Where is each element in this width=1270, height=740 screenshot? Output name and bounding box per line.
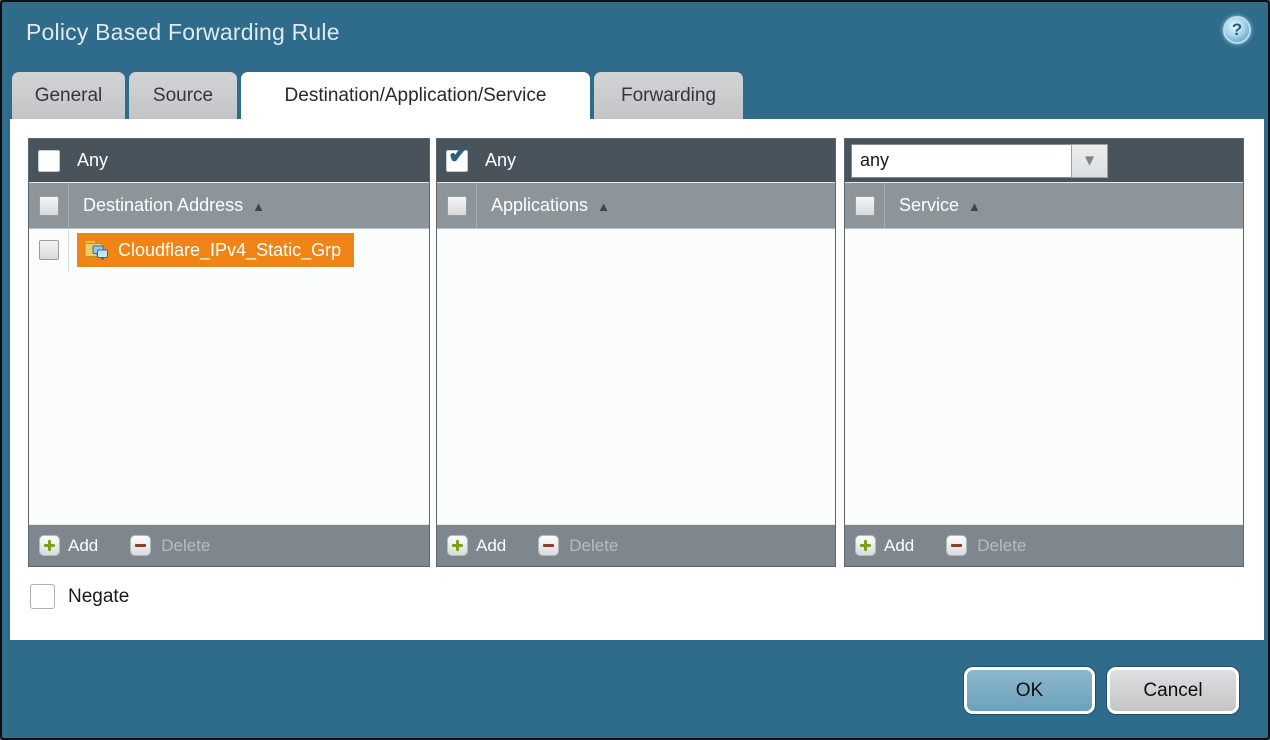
add-icon[interactable]: [447, 535, 468, 556]
add-icon[interactable]: [855, 535, 876, 556]
destination-footer: Add Delete: [29, 524, 429, 566]
tab-source[interactable]: Source: [129, 72, 237, 119]
applications-list: [437, 229, 835, 524]
applications-header-label: Applications: [491, 195, 588, 216]
applications-any-bar: ✔ Any: [437, 139, 835, 183]
negate-checkbox[interactable]: ✔: [30, 584, 55, 609]
destination-any-label: Any: [77, 150, 108, 171]
service-list: [845, 229, 1243, 524]
help-icon[interactable]: ?: [1223, 16, 1251, 44]
add-icon[interactable]: [39, 535, 60, 556]
delete-icon[interactable]: [538, 535, 559, 556]
applications-column: ✔ Any Applications ▲ Add Delete: [436, 138, 836, 567]
help-glyph: ?: [1232, 20, 1242, 40]
selected-address-group-item[interactable]: Cloudflare_IPv4_Static_Grp: [77, 233, 354, 267]
service-dropdown[interactable]: ▼: [851, 144, 1108, 178]
service-footer: Add Delete: [845, 524, 1243, 566]
delete-button[interactable]: Delete: [569, 536, 618, 556]
delete-icon[interactable]: [130, 535, 151, 556]
service-dropdown-input[interactable]: [851, 144, 1071, 178]
applications-footer: Add Delete: [437, 524, 835, 566]
negate-row: ✔ Negate: [30, 584, 129, 609]
list-item: Cloudflare_IPv4_Static_Grp: [29, 229, 429, 271]
applications-any-label: Any: [485, 150, 516, 171]
cancel-button[interactable]: Cancel: [1107, 667, 1239, 714]
delete-button[interactable]: Delete: [977, 536, 1026, 556]
tab-bar: General Source Destination/Application/S…: [12, 72, 743, 120]
tab-general[interactable]: General: [12, 72, 125, 119]
check-icon: ✔: [448, 143, 469, 168]
destination-address-header[interactable]: Destination Address ▲: [29, 183, 429, 229]
destination-select-all-checkbox[interactable]: [39, 196, 59, 216]
delete-button[interactable]: Delete: [161, 536, 210, 556]
destination-address-header-label: Destination Address: [83, 195, 243, 216]
policy-forwarding-dialog: Policy Based Forwarding Rule ? General S…: [0, 0, 1270, 740]
dropdown-button[interactable]: ▼: [1071, 144, 1108, 178]
sort-asc-icon: ▲: [968, 197, 981, 214]
tab-forwarding[interactable]: Forwarding: [594, 72, 743, 119]
select-all-cell: [437, 183, 477, 228]
select-all-cell: [29, 183, 69, 228]
sort-asc-icon: ▲: [597, 197, 610, 214]
chevron-down-icon: ▼: [1082, 152, 1097, 169]
applications-select-all-checkbox[interactable]: [447, 196, 467, 216]
address-group-icon: [84, 240, 109, 261]
sort-asc-icon: ▲: [252, 197, 265, 214]
service-select-all-checkbox[interactable]: [855, 196, 875, 216]
service-dropdown-bar: ▼: [845, 139, 1243, 183]
destination-any-checkbox[interactable]: ✔: [38, 150, 60, 172]
service-header-label: Service: [899, 195, 959, 216]
row-checkbox-cell: [29, 229, 69, 271]
select-all-cell: [845, 183, 885, 228]
negate-label: Negate: [68, 586, 129, 608]
delete-icon[interactable]: [946, 535, 967, 556]
service-header[interactable]: Service ▲: [845, 183, 1243, 229]
destination-address-column: ✔ Any Destination Address ▲: [28, 138, 430, 567]
service-column: ▼ Service ▲ Add Delete: [844, 138, 1244, 567]
destination-any-bar: ✔ Any: [29, 139, 429, 183]
ok-button[interactable]: OK: [964, 667, 1095, 714]
tab-destination-application-service[interactable]: Destination/Application/Service: [241, 72, 590, 120]
applications-any-checkbox[interactable]: ✔: [446, 150, 468, 172]
destination-address-list: Cloudflare_IPv4_Static_Grp: [29, 229, 429, 524]
add-button[interactable]: Add: [476, 536, 506, 556]
address-group-label: Cloudflare_IPv4_Static_Grp: [118, 240, 341, 261]
dialog-title: Policy Based Forwarding Rule: [26, 19, 340, 46]
row-checkbox[interactable]: [39, 240, 59, 260]
applications-header[interactable]: Applications ▲: [437, 183, 835, 229]
tab-content-panel: ✔ Any Destination Address ▲: [10, 119, 1264, 640]
add-button[interactable]: Add: [68, 536, 98, 556]
add-button[interactable]: Add: [884, 536, 914, 556]
